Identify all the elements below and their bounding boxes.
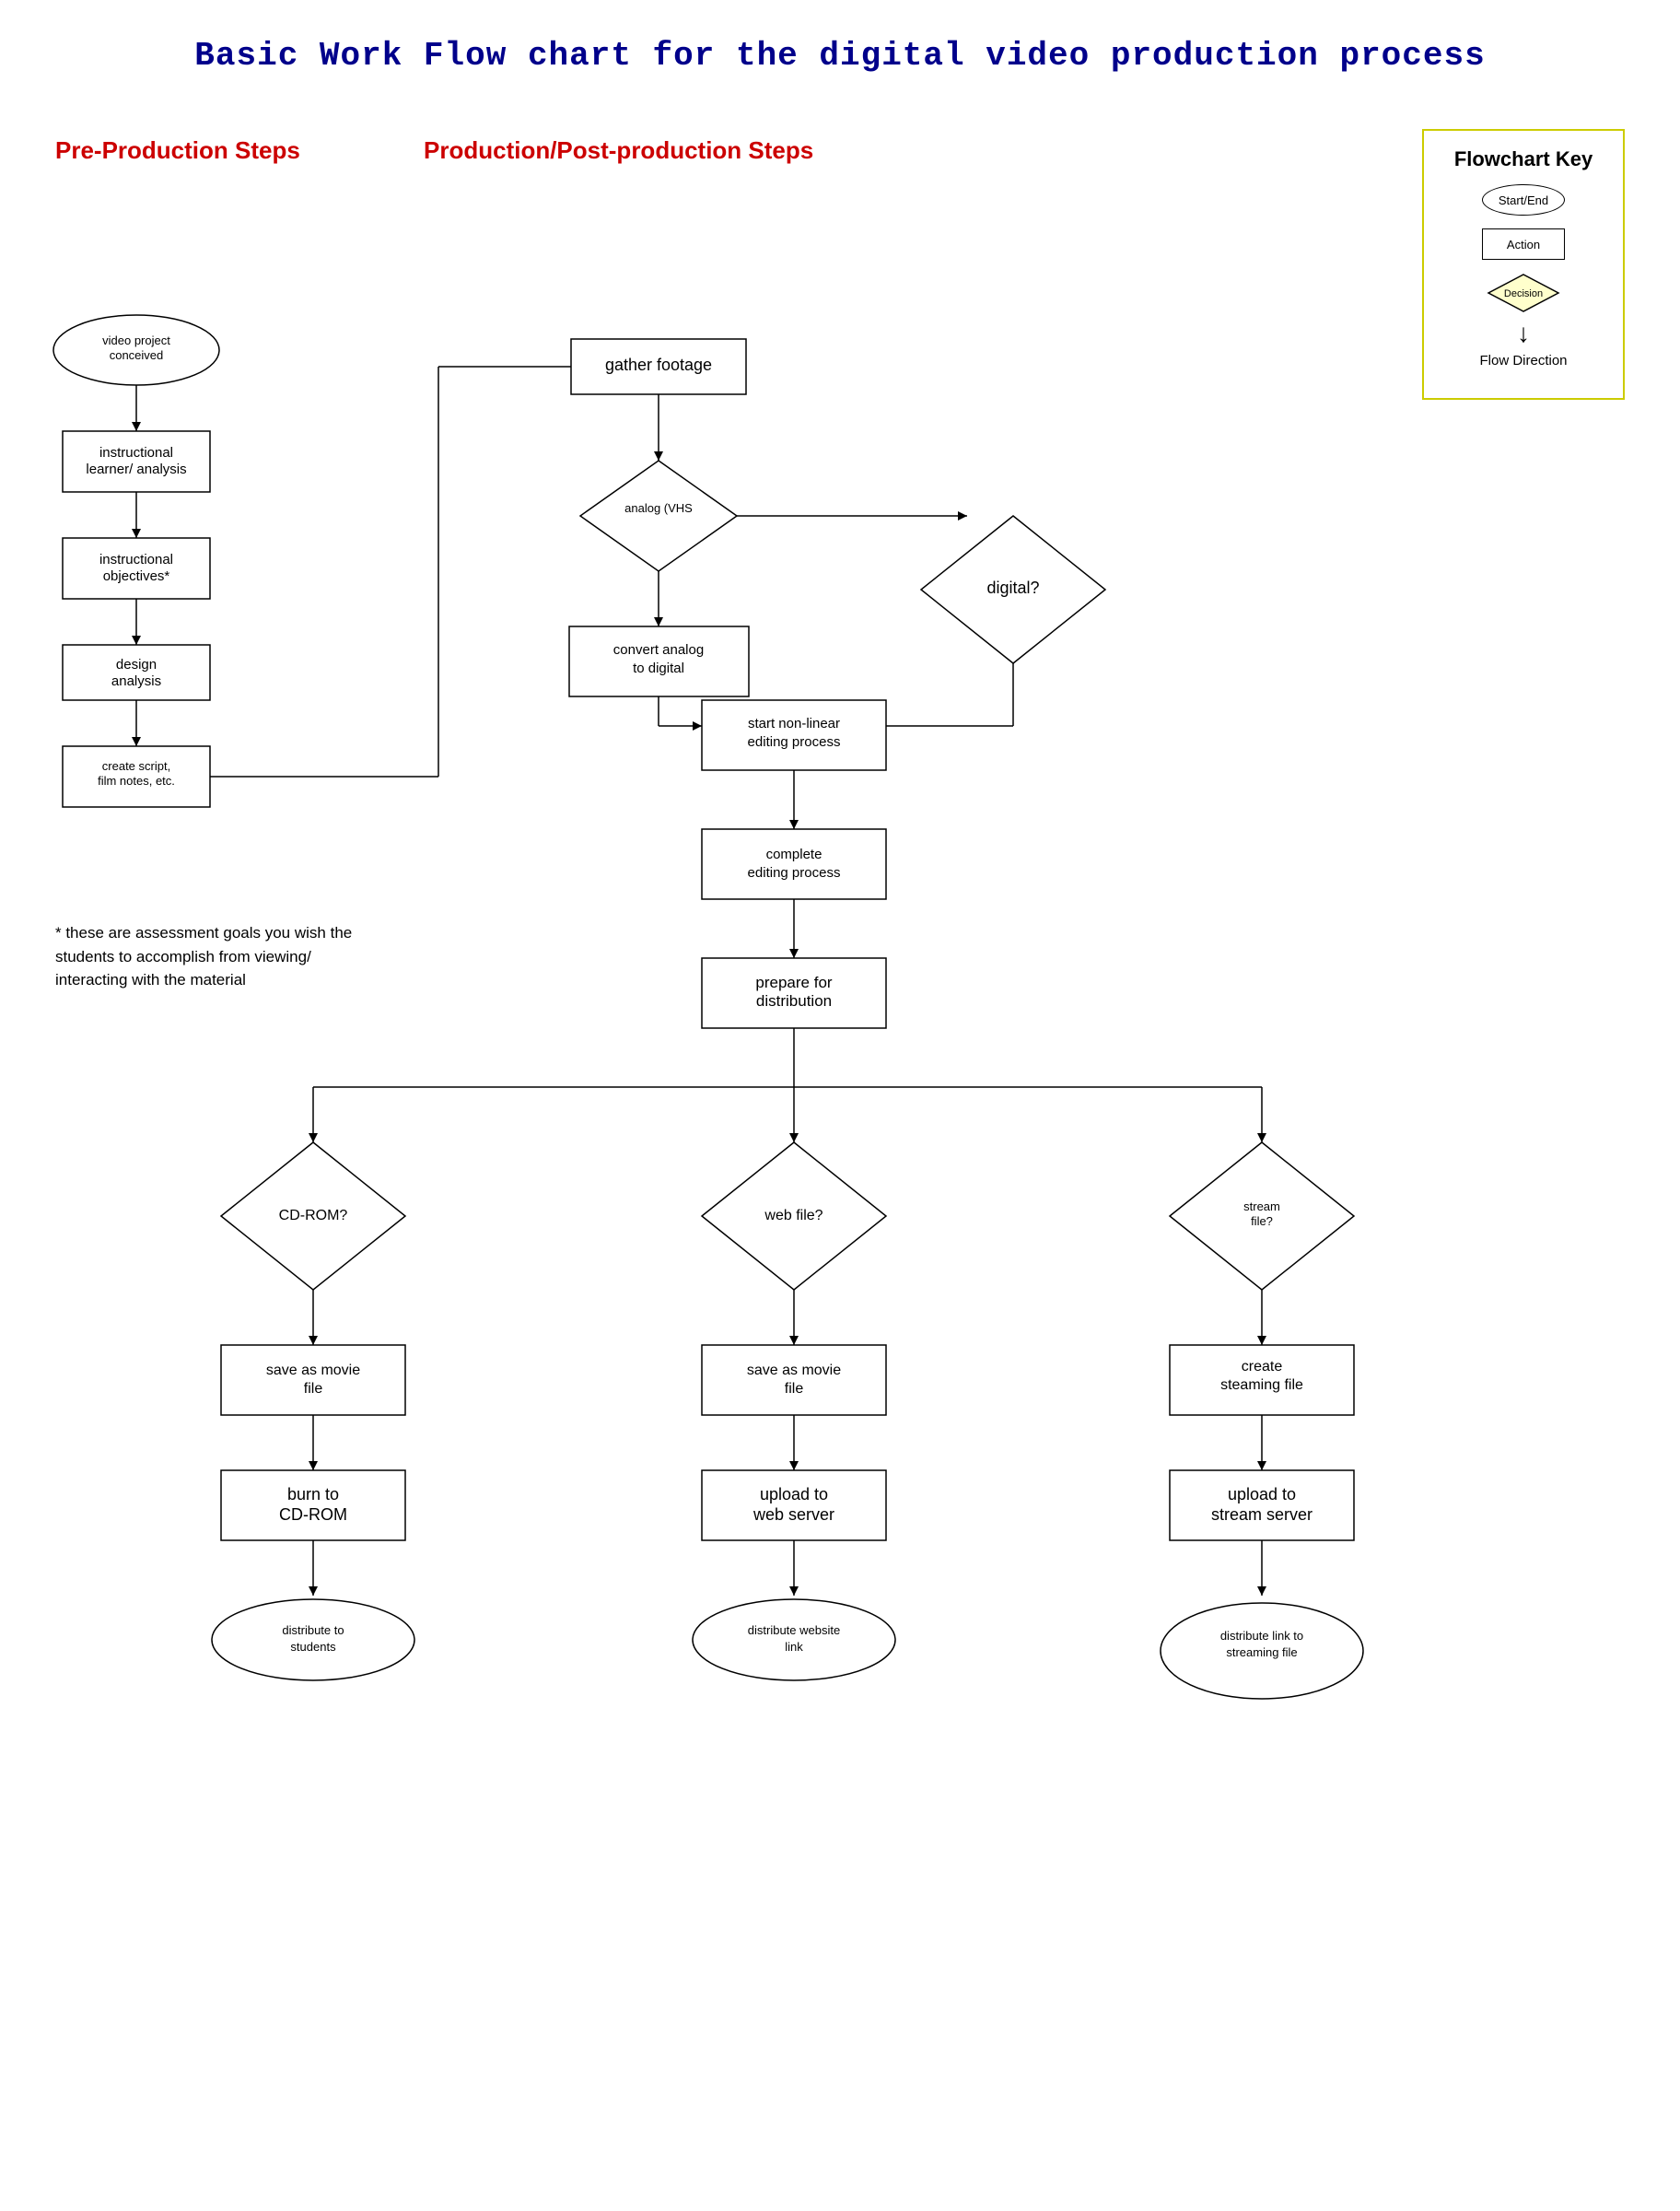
svg-text:video project: video project xyxy=(102,333,170,347)
main-title: Basic Work Flow chart for the digital vi… xyxy=(37,37,1643,75)
svg-text:stream: stream xyxy=(1243,1199,1280,1213)
note-text: * these are assessment goals you wish th… xyxy=(55,921,368,992)
svg-text:digital?: digital? xyxy=(986,579,1039,597)
svg-text:save as movie: save as movie xyxy=(747,1363,841,1378)
svg-text:file: file xyxy=(785,1381,804,1397)
svg-text:distribute to: distribute to xyxy=(282,1623,344,1637)
svg-text:complete: complete xyxy=(766,847,822,862)
svg-text:create script,: create script, xyxy=(102,759,170,773)
svg-text:objectives*: objectives* xyxy=(103,568,170,584)
svg-text:conceived: conceived xyxy=(110,348,164,362)
svg-text:CD-ROM: CD-ROM xyxy=(279,1505,347,1524)
svg-text:instructional: instructional xyxy=(99,552,173,567)
svg-text:save as movie: save as movie xyxy=(266,1363,360,1378)
svg-text:instructional: instructional xyxy=(99,445,173,461)
svg-text:editing process: editing process xyxy=(748,734,841,750)
svg-text:create: create xyxy=(1242,1359,1283,1375)
svg-text:start non-linear: start non-linear xyxy=(748,716,840,731)
svg-text:to digital: to digital xyxy=(633,661,684,676)
svg-text:file: file xyxy=(304,1381,323,1397)
svg-text:burn to: burn to xyxy=(287,1485,339,1503)
svg-text:students: students xyxy=(290,1640,336,1654)
svg-text:web server: web server xyxy=(752,1505,834,1524)
svg-text:convert analog: convert analog xyxy=(613,642,704,658)
svg-text:design: design xyxy=(116,657,157,673)
svg-text:steaming file: steaming file xyxy=(1220,1377,1303,1393)
svg-text:distribute link to: distribute link to xyxy=(1220,1629,1303,1643)
svg-text:learner/ analysis: learner/ analysis xyxy=(86,462,186,477)
page: Basic Work Flow chart for the digital vi… xyxy=(0,0,1680,2196)
svg-text:streaming file: streaming file xyxy=(1226,1645,1297,1659)
svg-text:prepare for: prepare for xyxy=(755,974,832,991)
svg-text:CD-ROM?: CD-ROM? xyxy=(279,1208,348,1223)
flowchart-svg: video project conceived instructional le… xyxy=(0,111,1680,2211)
svg-text:web file?: web file? xyxy=(764,1208,822,1223)
svg-text:film notes, etc.: film notes, etc. xyxy=(98,774,175,788)
svg-text:upload to: upload to xyxy=(1228,1485,1296,1503)
svg-text:stream server: stream server xyxy=(1211,1505,1312,1524)
svg-text:analysis: analysis xyxy=(111,673,161,689)
svg-text:distribution: distribution xyxy=(756,992,832,1010)
svg-text:gather footage: gather footage xyxy=(605,356,712,374)
svg-text:analog (VHS: analog (VHS xyxy=(624,501,693,515)
svg-text:upload to: upload to xyxy=(760,1485,828,1503)
svg-text:editing process: editing process xyxy=(748,865,841,881)
svg-text:link: link xyxy=(785,1640,803,1654)
svg-text:distribute website: distribute website xyxy=(748,1623,840,1637)
svg-text:file?: file? xyxy=(1251,1214,1273,1228)
